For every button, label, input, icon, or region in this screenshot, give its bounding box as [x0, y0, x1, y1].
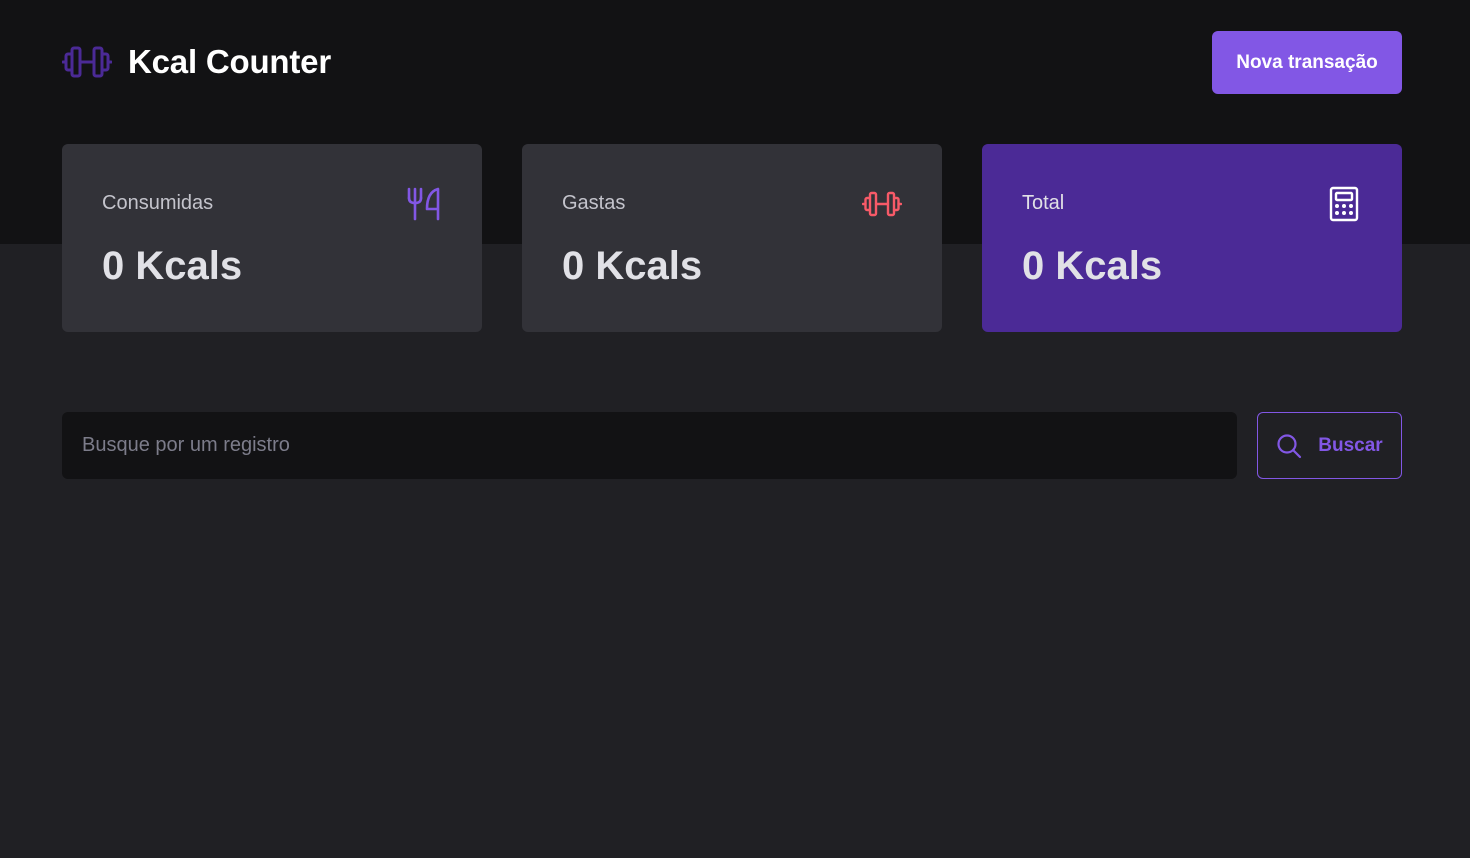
- barbell-icon: [62, 46, 112, 78]
- summary-card-consumed: Consumidas 0 Kcals: [62, 144, 482, 332]
- search-input[interactable]: [62, 412, 1237, 479]
- spent-label: Gastas: [562, 192, 626, 214]
- brand: Kcal Counter: [62, 40, 331, 84]
- total-value: 0 Kcals: [1022, 244, 1163, 288]
- total-label: Total: [1022, 192, 1065, 214]
- consumed-label: Consumidas: [102, 192, 214, 214]
- calculator-icon: [1329, 186, 1359, 222]
- search-form: Buscar: [62, 412, 1402, 479]
- fork-knife-icon: [407, 187, 440, 221]
- summary-card-total: Total 0 Kcals: [982, 144, 1402, 332]
- spent-value: 0 Kcals: [562, 244, 703, 288]
- barbell-icon: [862, 191, 902, 217]
- app-title: Kcal Counter: [128, 43, 331, 80]
- new-transaction-button[interactable]: Nova transação: [1212, 31, 1402, 94]
- search-icon: [1277, 433, 1302, 458]
- summary-card-spent: Gastas 0 Kcals: [522, 144, 942, 332]
- search-button[interactable]: Buscar: [1257, 412, 1402, 479]
- consumed-value: 0 Kcals: [102, 244, 243, 288]
- summary-cards: Consumidas 0 Kcals Gastas 0 Kcals Total: [62, 144, 1402, 332]
- search-button-label: Buscar: [1318, 434, 1383, 456]
